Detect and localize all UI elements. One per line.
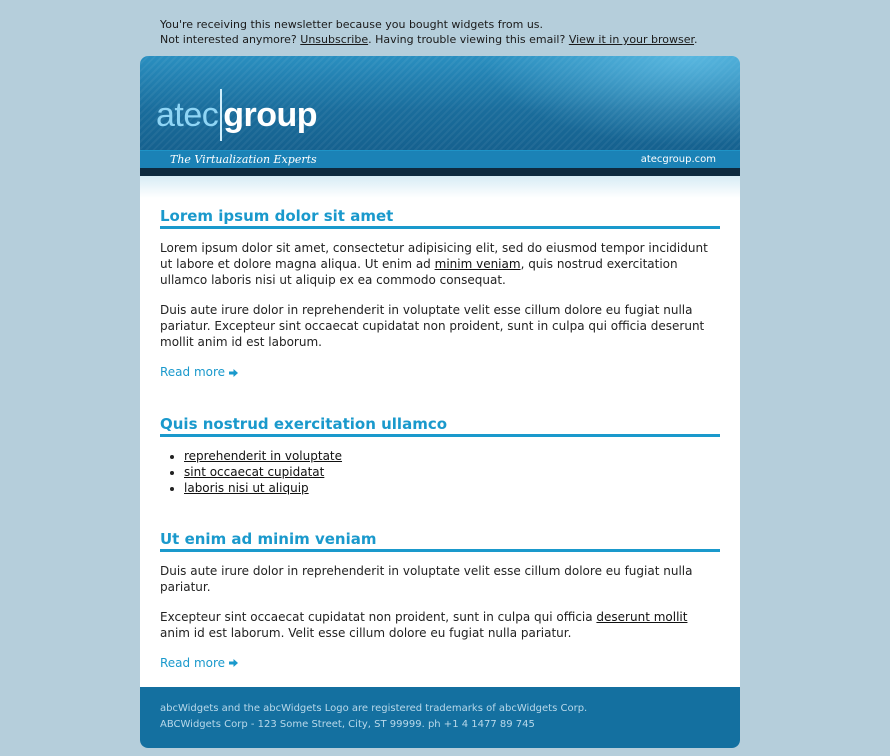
list-link[interactable]: laboris nisi ut aliquip	[184, 481, 309, 495]
section-paragraph: Duis aute irure dolor in reprehenderit i…	[160, 563, 693, 594]
preheader: You're receiving this newsletter because…	[160, 17, 698, 47]
logo-text-group: group	[223, 96, 318, 134]
preheader-line1: You're receiving this newsletter because…	[160, 18, 544, 31]
footer: abcWidgets and the abcWidgets Logo are r…	[140, 687, 740, 748]
read-more-label: Read more	[160, 655, 226, 670]
section-paragraph: Excepteur sint occaecat cupidatat non pr…	[160, 609, 720, 641]
tagline: The Virtualization Experts	[170, 153, 317, 166]
section-title: Lorem ipsum dolor sit amet	[160, 207, 394, 225]
section-rule	[160, 548, 720, 552]
section-paragraph: Lorem ipsum dolor sit amet, consectetur …	[160, 240, 720, 288]
view-in-browser-link[interactable]: View it in your browser	[569, 33, 694, 46]
logo-text-atec: atec	[156, 96, 219, 134]
preheader-text: .	[694, 33, 698, 46]
domain-link[interactable]: atecgroup.com	[641, 152, 716, 167]
preheader-text: Not interested anymore?	[160, 33, 301, 46]
section-title: Ut enim ad minim veniam	[160, 529, 377, 548]
list-item: reprehenderit in voluptate	[184, 448, 720, 464]
section-paragraph: Duis aute irure dolor in reprehenderit i…	[160, 303, 705, 349]
minim-veniam-link[interactable]: minim veniam	[435, 257, 521, 271]
section-1: Lorem ipsum dolor sit amet Lorem ipsum d…	[160, 206, 720, 381]
paragraph-text: anim id est laborum. Velit esse cillum d…	[160, 625, 572, 640]
arrow-right-icon	[229, 365, 239, 381]
list-item: sint occaecat cupidatat	[184, 464, 720, 480]
footer-trademark: abcWidgets and the abcWidgets Logo are r…	[160, 703, 588, 714]
logo[interactable]: atec group	[156, 89, 318, 141]
section-rule	[160, 226, 720, 229]
arrow-right-icon	[229, 655, 239, 671]
section-3: Ut enim ad minim veniam Duis aute irure …	[160, 529, 720, 672]
deserunt-mollit-link[interactable]: deserunt mollit	[596, 610, 687, 624]
newsletter-container: atec group The Virtualization Experts at…	[140, 56, 740, 748]
main-content: Lorem ipsum dolor sit amet Lorem ipsum d…	[160, 206, 720, 671]
logo-divider	[220, 89, 223, 141]
section-rule	[160, 433, 720, 437]
header-glow	[140, 176, 740, 198]
link-list: reprehenderit in voluptate sint occaecat…	[160, 448, 720, 496]
read-more-link[interactable]: Read more	[160, 655, 239, 672]
list-item: laboris nisi ut aliquip	[184, 480, 720, 496]
header-banner: atec group The Virtualization Experts at…	[140, 56, 740, 176]
footer-text: abcWidgets and the abcWidgets Logo are r…	[160, 701, 587, 733]
footer-address: ABCWidgets Corp - 123 Some Street, City,…	[160, 719, 535, 730]
header-divider	[140, 168, 740, 176]
list-link[interactable]: reprehenderit in voluptate	[184, 449, 342, 463]
read-more-link[interactable]: Read more	[160, 364, 239, 381]
section-2: Quis nostrud exercitation ullamco repreh…	[160, 414, 720, 496]
read-more-label: Read more	[160, 365, 226, 379]
paragraph-text: Excepteur sint occaecat cupidatat non pr…	[160, 609, 597, 624]
tagline-bar: The Virtualization Experts atecgroup.com	[140, 150, 740, 168]
preheader-text: . Having trouble viewing this email?	[368, 33, 569, 46]
section-title: Quis nostrud exercitation ullamco	[160, 414, 448, 433]
unsubscribe-link[interactable]: Unsubscribe	[300, 33, 368, 46]
preheader-line2: Not interested anymore? Unsubscribe. Hav…	[160, 32, 698, 47]
list-link[interactable]: sint occaecat cupidatat	[184, 465, 324, 479]
